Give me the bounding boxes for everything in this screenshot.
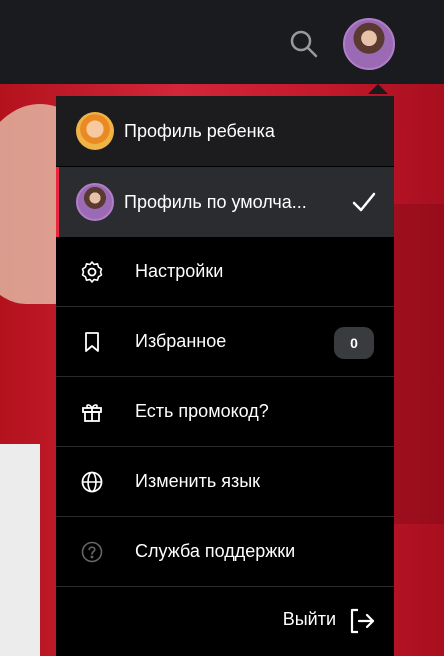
- logout-icon: [350, 608, 375, 634]
- search-button[interactable]: [288, 28, 320, 60]
- menu-item-label: Есть промокод?: [135, 401, 269, 421]
- menu-item-label: Избранное: [135, 331, 227, 351]
- bookmark-icon: [85, 332, 99, 352]
- gift-icon: [82, 404, 102, 422]
- banner-shadow: [390, 204, 444, 524]
- child-avatar: [76, 112, 114, 150]
- menu-item-favorites[interactable]: Избранное 0: [56, 307, 394, 377]
- menu-item-label: Настройки: [135, 261, 224, 281]
- search-icon: [290, 30, 318, 58]
- profile-label: Профиль ребенка: [124, 120, 275, 141]
- gear-icon: [81, 261, 103, 283]
- menu-item-support[interactable]: Служба поддержки: [56, 517, 394, 587]
- check-icon: [352, 192, 376, 212]
- profile-item-default[interactable]: Профиль по умолча...: [56, 167, 394, 237]
- profile-item-child[interactable]: Профиль ребенка: [56, 96, 394, 166]
- globe-icon: [81, 471, 103, 493]
- profile-dropdown-menu: Профиль ребенка Профиль по умолча... Нас…: [56, 96, 394, 656]
- user-avatar-button[interactable]: [343, 18, 395, 70]
- menu-item-promo[interactable]: Есть промокод?: [56, 377, 394, 447]
- top-header: [0, 0, 444, 84]
- favorites-count-badge: 0: [334, 327, 374, 359]
- logout-label: Выйти: [282, 609, 336, 629]
- profile-label: Профиль по умолча...: [124, 191, 307, 212]
- menu-item-label: Изменить язык: [135, 471, 261, 491]
- dropdown-pointer: [368, 84, 388, 94]
- help-icon: [81, 541, 103, 563]
- menu-item-settings[interactable]: Настройки: [56, 237, 394, 307]
- menu-item-language[interactable]: Изменить язык: [56, 447, 394, 517]
- default-avatar: [76, 183, 114, 221]
- menu-item-label: Служба поддержки: [135, 541, 296, 561]
- logout-button[interactable]: Выйти: [56, 587, 394, 656]
- banner-panel: [0, 444, 40, 656]
